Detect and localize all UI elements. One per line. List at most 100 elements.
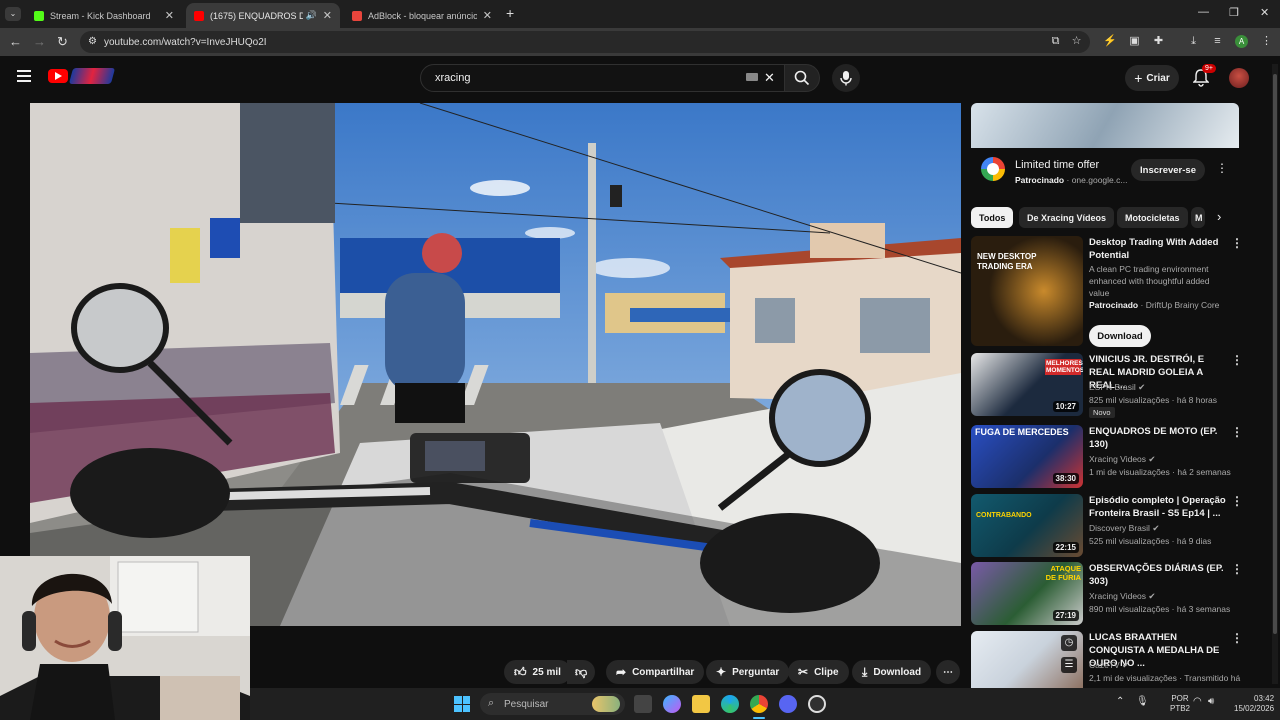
site-info-icon[interactable]: ⚙ [88,36,97,47]
download-button[interactable]: ⤓ Download [852,660,932,684]
ad-title: Limited time offer [1015,159,1100,171]
more-vertical-icon[interactable]: ⋮ [1231,425,1243,439]
clip-button[interactable]: ✂ Clipe [788,660,849,684]
keyboard-icon[interactable] [746,73,758,81]
forward-button[interactable]: → [33,34,46,49]
chrome-icon[interactable] [750,695,768,713]
maximize-button[interactable]: ❐ [1229,6,1239,19]
windows-start-icon[interactable] [454,696,470,712]
more-vertical-icon[interactable]: ⋮ [1231,631,1241,645]
like-button[interactable]: 👍︎ 25 mil [504,660,571,684]
notification-badge: 9+ [1202,64,1216,73]
recommendation-ad[interactable]: NEW DESKTOP TRADING ERA Desktop Trading … [971,236,1243,347]
youtube-logo[interactable] [48,69,68,83]
thumbs-down-icon: 👎︎ [575,664,588,679]
video-title[interactable]: ENQUADROS DE MOTO (EP. 130) [1089,425,1227,451]
chrome-menu-icon[interactable]: ⋮ [1260,35,1273,48]
search-button[interactable] [784,64,820,92]
system-clock[interactable]: 03:42 15/02/2026 [1234,694,1274,714]
video-title[interactable]: Episódio completo | Operação Fronteira B… [1089,494,1227,520]
tab-adblock[interactable]: AdBlock - bloquear anúncios e ✕ [344,3,500,28]
more-vertical-icon[interactable]: ⋮ [1216,161,1228,175]
video-thumbnail[interactable]: ATAQUE DE FÚRIA 27:19 [971,562,1083,625]
hamburger-menu-icon[interactable] [17,70,31,82]
copilot-icon[interactable] [663,695,681,713]
new-tab-button[interactable]: + [506,5,514,21]
watch-later-icon[interactable]: ◷ [1061,635,1077,651]
speaker-icon[interactable]: 🔊 [306,10,317,21]
clear-search-icon[interactable]: ✕ [764,70,775,86]
close-window-button[interactable]: ✕ [1260,6,1269,19]
bookmark-star-icon[interactable]: ☆ [1070,35,1083,48]
discord-icon[interactable] [779,695,797,713]
recommendation-item[interactable]: ATAQUE DE FÚRIA 27:19 OBSERVAÇÕES DIÁRIA… [971,562,1243,625]
share-button[interactable]: ➦ Compartilhar [606,660,705,684]
dislike-button[interactable]: 👎︎ [567,660,596,684]
extensions-puzzle-icon[interactable]: ✚ [1152,35,1165,48]
chevron-up-icon[interactable]: ⌃ [1116,696,1124,707]
more-vertical-icon[interactable]: ⋮ [1231,353,1243,367]
recommendation-item[interactable]: ◷ ☰ LUCAS BRAATHEN CONQUISTA A MEDALHA D… [971,631,1241,688]
obs-icon[interactable] [808,695,826,713]
tab-search-icon[interactable]: ⌄ [5,7,21,21]
language-indicator[interactable]: POR PTB2 [1170,694,1190,714]
install-app-icon[interactable]: ⧉ [1049,35,1062,48]
create-button[interactable]: + Criar [1125,65,1179,91]
close-tab-icon[interactable]: ✕ [483,9,492,22]
speaker-icon[interactable]: 🔊︎ [1208,696,1214,707]
subscribe-button[interactable]: Inscrever-se [1131,159,1205,181]
taskbar-search[interactable]: ⌕ Pesquisar [480,693,625,715]
back-button[interactable]: ← [9,34,22,49]
scrollbar-thumb[interactable] [1273,74,1277,634]
ask-button[interactable]: ✦ Perguntar [706,660,790,684]
address-bar[interactable]: ⚙ youtube.com/watch?v=InveJHUQo2I [80,31,1090,53]
close-tab-icon[interactable]: ✕ [165,9,174,22]
recommendation-item[interactable]: FUGA DE MERCEDES 38:30 ENQUADROS DE MOTO… [971,425,1243,488]
recommendation-item[interactable]: CONTRABANDO 22:15 Episódio completo | Op… [971,494,1243,557]
reading-list-icon[interactable]: ≡ [1211,35,1224,48]
downloads-icon[interactable]: ⤓ [1187,35,1200,48]
minimize-button[interactable]: — [1198,6,1209,18]
chip-all[interactable]: Todos [971,207,1014,228]
page-scrollbar[interactable] [1272,64,1278,684]
search-input[interactable]: xracing ✕ [420,64,785,92]
chip-motorcycles[interactable]: Motocicletas [1117,207,1188,228]
file-explorer-icon[interactable] [692,695,710,713]
more-actions-button[interactable]: ⋯ [936,660,960,684]
chevron-right-icon[interactable]: › [1217,209,1221,224]
more-vertical-icon[interactable]: ⋮ [1231,494,1243,508]
video-thumbnail[interactable]: MELHORES MOMENTOS 10:27 [971,353,1083,416]
thumbnail-text: ATAQUE DE FÚRIA [1045,564,1081,582]
close-tab-icon[interactable]: ✕ [323,9,332,22]
profile-avatar[interactable]: A [1235,35,1248,48]
extension-icon[interactable]: ▣ [1128,35,1141,48]
notifications-button[interactable]: 9+ [1192,64,1216,87]
video-thumbnail[interactable]: ◷ ☰ [971,631,1083,688]
recommendation-item[interactable]: MELHORES MOMENTOS 10:27 VINICIUS JR. DES… [971,353,1243,418]
account-avatar[interactable] [1229,68,1249,88]
video-title[interactable]: OBSERVAÇÕES DIÁRIAS (EP. 303) [1089,562,1227,588]
chip-more[interactable]: M [1191,207,1205,228]
sponsored-ad-card[interactable]: Limited time offer Patrocinado · one.goo… [971,103,1239,197]
more-vertical-icon[interactable]: ⋮ [1231,236,1243,250]
add-to-queue-icon[interactable]: ☰ [1061,657,1077,673]
video-title[interactable]: Desktop Trading With Added Potential [1089,236,1227,262]
video-thumbnail[interactable]: CONTRABANDO 22:15 [971,494,1083,557]
tab-kick-dashboard[interactable]: Stream - Kick Dashboard ✕ [26,3,182,28]
reload-button[interactable]: ↻ [57,34,68,50]
voice-search-button[interactable] [832,64,860,92]
ad-download-button[interactable]: Download [1089,325,1151,347]
more-vertical-icon[interactable]: ⋮ [1231,562,1243,576]
search-icon [794,70,810,86]
task-view-icon[interactable] [634,695,652,713]
edge-icon[interactable] [721,695,739,713]
wifi-icon[interactable]: ◠ [1193,696,1202,707]
chip-from-xracing[interactable]: De Xracing Vídeos [1019,207,1115,228]
extension-icon[interactable]: ⚡ [1103,35,1117,48]
microphone-icon[interactable]: 🎙︎ [1136,696,1149,707]
video-thumbnail[interactable]: FUGA DE MERCEDES 38:30 [971,425,1083,488]
taskbar-search-placeholder: Pesquisar [504,698,549,710]
video-player[interactable] [30,103,961,626]
tab-youtube[interactable]: (1675) ENQUADROS DE MO 🔊 ✕ [186,3,340,28]
video-thumbnail[interactable]: NEW DESKTOP TRADING ERA [971,236,1083,346]
